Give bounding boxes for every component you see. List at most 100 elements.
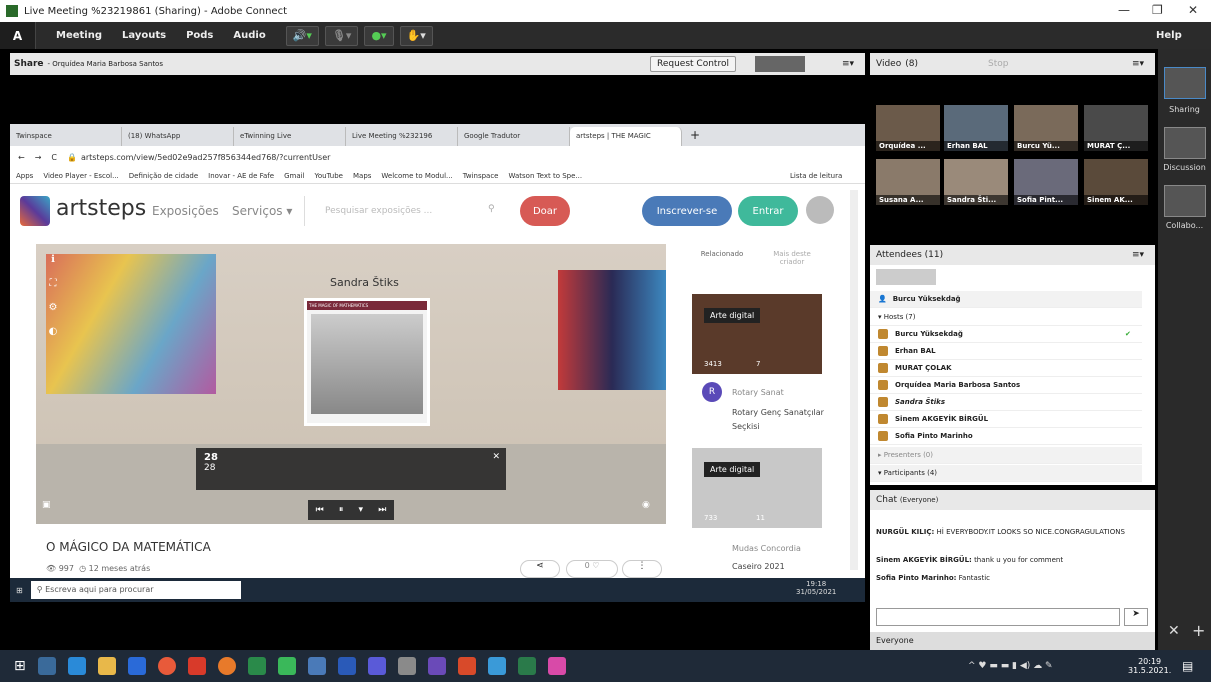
layout-discussion-label[interactable]: Discussion bbox=[1158, 163, 1211, 172]
volume-icon[interactable]: ◐ bbox=[42, 320, 64, 344]
settings-icon[interactable]: ⚙ bbox=[42, 296, 64, 320]
word-icon[interactable] bbox=[337, 657, 356, 675]
center-poster[interactable]: THE MAGIC OF MATHEMATICS bbox=[304, 298, 430, 426]
firefox-icon[interactable] bbox=[217, 657, 236, 675]
related-card-1[interactable]: Arte digital 3413 7 bbox=[692, 294, 822, 374]
dropdown-icon[interactable]: ▾ bbox=[359, 505, 364, 515]
inner-start-icon[interactable]: ⊞ bbox=[16, 586, 23, 595]
attendee-row[interactable]: Sandra Štiks bbox=[870, 394, 1142, 411]
connect-icon[interactable] bbox=[517, 657, 536, 675]
presenters-group[interactable]: ▸ Presenters (0) bbox=[870, 447, 1142, 464]
mail-icon[interactable] bbox=[127, 657, 146, 675]
close-caption-icon[interactable]: ✕ bbox=[492, 452, 500, 462]
layout-collaboration-label[interactable]: Collabo... bbox=[1158, 221, 1211, 230]
tab-whatsapp[interactable]: (18) WhatsApp bbox=[122, 127, 234, 146]
attendee-row[interactable]: MURAT ÇOLAK bbox=[870, 360, 1142, 377]
minimize-button[interactable]: — bbox=[1118, 3, 1130, 17]
tab-related[interactable]: Relacionado bbox=[692, 250, 752, 258]
like-button[interactable]: 0 ♡ bbox=[566, 560, 618, 578]
nav-services[interactable]: Serviços ▾ bbox=[232, 204, 292, 218]
new-tab-icon[interactable]: + bbox=[682, 128, 700, 146]
hosts-group[interactable]: ▾ Hosts (7) bbox=[870, 309, 1142, 326]
notifications-icon[interactable]: ▤ bbox=[1182, 659, 1193, 673]
tab-etwinning[interactable]: eTwinning Live bbox=[234, 127, 346, 146]
explorer-icon[interactable] bbox=[307, 657, 326, 675]
exhibition-search-input[interactable]: Pesquisar exposições ... bbox=[304, 196, 504, 226]
map-icon[interactable]: ▣ bbox=[42, 500, 51, 510]
send-icon[interactable]: ➤ bbox=[1124, 608, 1148, 626]
whatsapp-icon[interactable] bbox=[277, 657, 296, 675]
video-tile[interactable]: MURAT Ç... bbox=[1084, 105, 1148, 151]
speaker-button[interactable]: 🔊▾ bbox=[285, 25, 319, 46]
inner-search-input[interactable]: ⚲ Escreva aqui para procurar bbox=[30, 581, 241, 599]
mic-button[interactable]: 🎙▾ bbox=[324, 25, 359, 46]
bookmark-inovar[interactable]: Inovar - AE de Fafe bbox=[208, 172, 274, 180]
calculator-icon[interactable] bbox=[397, 657, 416, 675]
attendee-row[interactable]: Sofia Pinto Marinho bbox=[870, 428, 1142, 445]
attendee-row[interactable]: Orquídea Maria Barbosa Santos bbox=[870, 377, 1142, 394]
more-options-icon[interactable]: ⋮ bbox=[622, 560, 662, 578]
nav-exhibitions[interactable]: Exposições bbox=[152, 204, 219, 218]
raise-hand-button[interactable]: ✋▾ bbox=[399, 25, 433, 46]
attendee-row[interactable]: Erhan BAL bbox=[870, 343, 1142, 360]
tab-twinspace[interactable]: Twinspace bbox=[10, 127, 122, 146]
bookmark-watson[interactable]: Watson Text to Spe... bbox=[509, 172, 583, 180]
participants-group[interactable]: ▾ Participants (4) bbox=[870, 465, 1142, 482]
start-icon[interactable]: ⊞ bbox=[14, 658, 26, 674]
attendee-view-toggle[interactable] bbox=[876, 269, 936, 285]
next-icon[interactable]: ⏭ bbox=[378, 505, 386, 515]
video-pod-menu-icon[interactable]: ≡▾ bbox=[1132, 59, 1144, 69]
bookmark-gmail[interactable]: Gmail bbox=[284, 172, 304, 180]
bookmark-video-player[interactable]: Video Player - Escol... bbox=[43, 172, 118, 180]
card1-title[interactable]: Rotary Genç Sanatçılar Seçkisi bbox=[732, 406, 842, 434]
card1-author[interactable]: Rotary Sanat bbox=[732, 388, 784, 397]
webcam-button[interactable]: ●▾ bbox=[364, 25, 394, 46]
menu-meeting[interactable]: Meeting bbox=[56, 30, 102, 41]
video-tile[interactable]: Sinem AK... bbox=[1084, 159, 1148, 205]
browser-scrollbar[interactable] bbox=[850, 190, 858, 570]
video-tile[interactable]: Burcu Yü... bbox=[1014, 105, 1078, 151]
bookmark-youtube[interactable]: YouTube bbox=[315, 172, 343, 180]
reading-list[interactable]: Lista de leitura bbox=[790, 172, 842, 180]
system-tray[interactable]: ^ ♥ ▬ ▬ ▮ ◀) ☁ ✎ bbox=[968, 661, 1053, 671]
stop-video-button[interactable]: Stop bbox=[988, 59, 1008, 69]
avatar[interactable] bbox=[806, 196, 834, 224]
bookmark-maps[interactable]: Maps bbox=[353, 172, 371, 180]
chat-input[interactable] bbox=[876, 608, 1120, 626]
store-icon[interactable] bbox=[97, 657, 116, 675]
back-icon[interactable]: ← bbox=[18, 153, 25, 162]
close-icon[interactable]: ✕ bbox=[1168, 623, 1180, 639]
gallery-viewer[interactable]: Sandra Štiks THE MAGIC OF MATHEMATICS ℹ ⛶… bbox=[36, 244, 666, 524]
menu-pods[interactable]: Pods bbox=[186, 30, 213, 41]
video-tile[interactable]: Erhan BAL bbox=[944, 105, 1008, 151]
card2-title[interactable]: Caseiro 2021 bbox=[732, 562, 785, 571]
forward-icon[interactable]: → bbox=[35, 153, 42, 162]
tab-more-by-creator[interactable]: Mais deste criador bbox=[762, 250, 822, 266]
task-view-icon[interactable] bbox=[37, 657, 56, 675]
tab-artsteps[interactable]: artsteps | THE MAGIC bbox=[570, 127, 682, 146]
prev-icon[interactable]: ⏮ bbox=[316, 505, 324, 515]
video-tile[interactable]: Sandra Šti... bbox=[944, 159, 1008, 205]
layout-sharing-thumb[interactable] bbox=[1164, 67, 1206, 99]
right-artwork[interactable] bbox=[558, 270, 666, 390]
share-icon[interactable]: ⋖ bbox=[520, 560, 560, 578]
menu-layouts[interactable]: Layouts bbox=[122, 30, 166, 41]
chrome-icon[interactable] bbox=[157, 657, 176, 675]
bookmark-welcome[interactable]: Welcome to Modul... bbox=[381, 172, 452, 180]
bookmark-twinspace[interactable]: Twinspace bbox=[463, 172, 499, 180]
video-tile[interactable]: Orquídea ... bbox=[876, 105, 940, 151]
menu-audio[interactable]: Audio bbox=[233, 30, 265, 41]
reload-icon[interactable]: C bbox=[51, 153, 57, 162]
excel-icon[interactable] bbox=[247, 657, 266, 675]
maximize-button[interactable]: ❐ bbox=[1152, 3, 1163, 17]
attendees-menu-icon[interactable]: ≡▾ bbox=[1132, 250, 1144, 260]
artsteps-logo[interactable]: artsteps bbox=[56, 196, 146, 221]
video-tile[interactable]: Susana A... bbox=[876, 159, 940, 205]
pause-icon[interactable]: ⏸ bbox=[339, 505, 344, 515]
related-card-2[interactable]: Arte digital 733 11 bbox=[692, 448, 822, 528]
photos-icon[interactable] bbox=[487, 657, 506, 675]
attendee-row[interactable]: Burcu Yüksekdağ ✔ bbox=[870, 326, 1142, 343]
taskbar-clock[interactable]: 20:19 31.5.2021. bbox=[1128, 657, 1171, 675]
info-icon[interactable]: ℹ bbox=[42, 248, 64, 272]
layout-sharing-label[interactable]: Sharing bbox=[1158, 105, 1211, 114]
